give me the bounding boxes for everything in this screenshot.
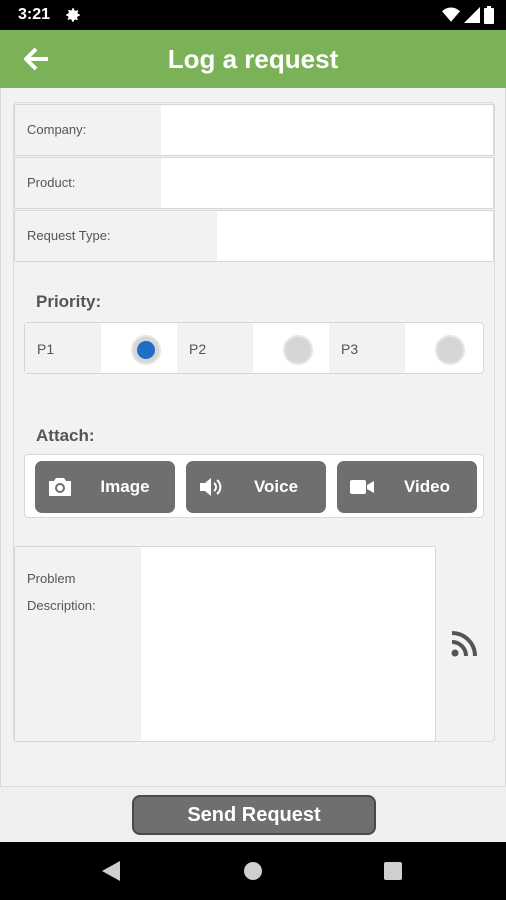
priority-group: P1 P2 P3	[24, 322, 484, 374]
product-field[interactable]: Product:	[14, 157, 494, 209]
attach-voice-label: Voice	[253, 477, 299, 496]
priority-label-p1: P1	[25, 323, 101, 373]
problem-label-line1: Problem	[27, 571, 76, 586]
request-type-field[interactable]: Request Type:	[14, 210, 494, 262]
attach-video-button[interactable]: Video	[337, 461, 477, 513]
attach-image-button[interactable]: Image	[35, 461, 175, 513]
problem-label-line2: Description:	[27, 598, 96, 613]
priority-radio-p3[interactable]	[435, 335, 465, 365]
battery-icon	[484, 6, 494, 24]
request-type-label: Request Type:	[15, 211, 217, 261]
attach-voice-button[interactable]: Voice	[186, 461, 326, 513]
video-camera-icon	[350, 480, 374, 494]
company-field[interactable]: Company:	[14, 104, 494, 156]
priority-option-p2[interactable]: P2	[177, 323, 329, 373]
status-time: 3:21	[18, 6, 51, 23]
priority-radio-p1[interactable]	[131, 335, 161, 365]
priority-heading: Priority:	[36, 292, 102, 311]
priority-label-p2: P2	[177, 323, 253, 373]
attach-video-label: Video	[404, 477, 450, 496]
wifi-icon	[442, 7, 460, 22]
gear-icon	[66, 8, 80, 22]
navigation-bar	[0, 842, 506, 900]
app-bar: Log a request	[0, 30, 506, 88]
status-bar: 3:21	[0, 0, 506, 30]
speaker-icon	[200, 478, 222, 496]
nav-home-icon[interactable]	[244, 862, 262, 880]
nav-back-icon[interactable]	[100, 860, 122, 882]
rss-icon[interactable]	[450, 630, 478, 658]
product-label: Product:	[15, 158, 161, 208]
problem-description-field[interactable]: Problem Description:	[14, 546, 436, 742]
priority-option-p3[interactable]: P3	[329, 323, 481, 373]
nav-recents-icon[interactable]	[384, 862, 402, 880]
send-request-button[interactable]: Send Request	[132, 795, 376, 835]
priority-label-p3: P3	[329, 323, 405, 373]
problem-description-label: Problem Description:	[15, 547, 141, 741]
camera-icon	[49, 478, 71, 496]
priority-option-p1[interactable]: P1	[25, 323, 177, 373]
attach-group: Image Voice Video	[24, 454, 484, 518]
attach-image-label: Image	[100, 477, 150, 496]
priority-radio-p2[interactable]	[283, 335, 313, 365]
bottom-bar: Send Request	[0, 786, 506, 842]
company-label: Company:	[15, 105, 161, 155]
attach-heading: Attach:	[36, 426, 95, 445]
signal-icon	[464, 7, 480, 23]
page-title: Log a request	[167, 44, 339, 74]
